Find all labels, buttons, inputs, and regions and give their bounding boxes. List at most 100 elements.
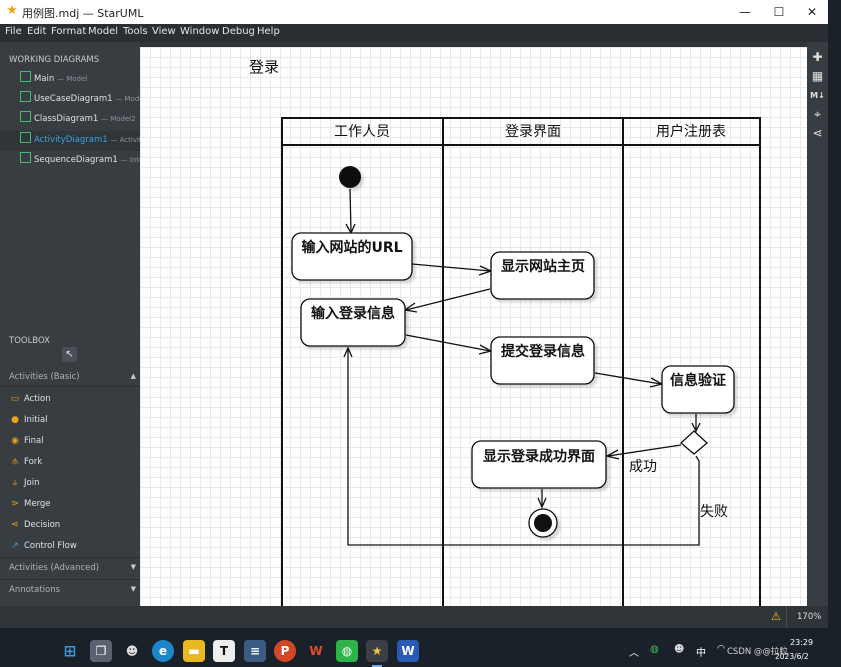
wechat-icon[interactable]: ◍ [336, 640, 358, 662]
powerpoint-icon[interactable]: P [274, 640, 296, 662]
action-label: 显示网站主页 [501, 258, 585, 275]
usecase-diagram-icon [20, 91, 31, 102]
action-input-url[interactable]: 输入网站的URL [291, 232, 413, 281]
tool-label: Fork [24, 457, 43, 467]
file-explorer-icon[interactable]: ▬ [183, 640, 205, 662]
clock-time[interactable]: 23:29 [790, 638, 813, 647]
windows-start-icon[interactable]: ⊞ [59, 640, 81, 662]
share-icon[interactable]: ⋖ [810, 126, 825, 141]
close-button[interactable]: ✕ [795, 0, 828, 24]
diagram-item-name: ClassDiagram1 [34, 114, 99, 124]
qq-penguin-icon[interactable]: ☻ [121, 640, 143, 662]
toolbox-header: TOOLBOX [9, 336, 50, 346]
sequence-diagram-icon [20, 152, 31, 163]
action-verify[interactable]: 信息验证 [661, 365, 735, 414]
diagram-title: 登录 [249, 58, 279, 76]
lane-header-staff[interactable]: 工作人员 [334, 124, 390, 140]
action-show-home[interactable]: 显示网站主页 [490, 251, 595, 300]
flow-edge[interactable] [411, 263, 491, 272]
tray-overflow-icon[interactable]: ︿ [629, 644, 639, 659]
diagram-canvas[interactable]: 登录 工作人员 登录界面 用户注册表 输入网站的URL 显示网站主页 输入登录信… [140, 47, 807, 606]
maximize-button[interactable]: ☐ [762, 0, 796, 24]
toolbox-category-annotations[interactable]: Annotations ▼ [0, 579, 140, 600]
ime-indicator[interactable]: 中 [696, 644, 706, 659]
tool-final[interactable]: ◉ Final [10, 433, 44, 449]
tool-decision[interactable]: ⋖ Decision [10, 517, 60, 533]
toolbox-category-basic[interactable]: Activities (Basic) ▲ [0, 367, 140, 387]
initial-node[interactable] [339, 166, 361, 188]
tray-wechat-icon[interactable]: ◍ [650, 644, 659, 655]
action-show-success[interactable]: 显示登录成功界面 [471, 440, 607, 489]
diagram-item-name: UseCaseDiagram1 [34, 94, 113, 104]
menu-view[interactable]: View [152, 26, 176, 37]
merge-tool-icon: ⋗ [11, 499, 19, 509]
lane-header-login-ui[interactable]: 登录界面 [505, 124, 561, 140]
action-input-login[interactable]: 输入登录信息 [300, 298, 406, 347]
menu-window[interactable]: Window [180, 26, 219, 37]
app-list-icon[interactable]: ≡ [244, 640, 266, 662]
toolbox-category-advanced[interactable]: Activities (Advanced) ▼ [0, 557, 140, 578]
category-label: Activities (Advanced) [9, 563, 100, 573]
clock-date[interactable]: 2023/6/2 [775, 652, 809, 661]
tool-control-flow[interactable]: ↗ Control Flow [10, 538, 77, 554]
diagram-icon [20, 71, 31, 82]
pointer-tool-icon[interactable]: ↖ [62, 347, 77, 362]
menu-edit[interactable]: Edit [27, 26, 46, 37]
menu-debug[interactable]: Debug [222, 26, 255, 37]
flow-edge[interactable] [349, 188, 352, 233]
menu-model[interactable]: Model [88, 26, 118, 37]
tool-merge[interactable]: ⋗ Merge [10, 496, 51, 512]
menu-tools[interactable]: Tools [123, 26, 148, 37]
word-icon[interactable]: W [397, 640, 419, 662]
tool-action[interactable]: ▭ Action [10, 391, 51, 407]
tool-fork[interactable]: ⫛ Fork [10, 454, 42, 470]
navigator-icon[interactable]: ⌖ [810, 107, 825, 122]
edge-browser-icon[interactable]: e [152, 640, 174, 662]
collapse-caret-icon: ▲ [130, 372, 136, 380]
tool-label: Decision [24, 520, 61, 530]
action-label: 信息验证 [670, 372, 726, 389]
tool-label: Control Flow [24, 541, 77, 551]
markdown-icon[interactable]: M↓ [810, 88, 825, 103]
status-divider [786, 606, 787, 628]
guard-success-label[interactable]: 成功 [629, 459, 657, 475]
tool-label: Merge [24, 499, 51, 509]
menu-format[interactable]: Format [51, 26, 86, 37]
os-taskbar: ⊞ ❐ ☻ e ▬ T ≡ P W ◍ ★ W ︿ ◍ ☻ 中 ◠ CSDN @… [0, 634, 841, 667]
properties-panel-icon[interactable]: ▦ [810, 69, 825, 84]
tool-label: Join [24, 478, 40, 488]
diagram-item-sequence[interactable]: SequenceDiagram1 — Interact [20, 152, 157, 168]
menu-help[interactable]: Help [257, 26, 280, 37]
flow-edge-success[interactable] [607, 444, 682, 457]
diagram-item-activity[interactable]: ActivityDiagram1 — Activity1 [20, 132, 150, 148]
lane-header-user-registry[interactable]: 用户注册表 [656, 123, 726, 140]
flow-edge[interactable] [405, 288, 491, 311]
extensions-puzzle-icon[interactable]: ✚ [810, 50, 825, 65]
diagram-item-usecase[interactable]: UseCaseDiagram1 — Model1 [20, 91, 150, 107]
minimize-button[interactable]: — [728, 0, 762, 24]
flow-edge[interactable] [405, 334, 491, 352]
diagram-item-class[interactable]: ClassDiagram1 — Model2 [20, 111, 136, 127]
guard-fail-label[interactable]: 失败 [700, 504, 728, 520]
wps-icon[interactable]: W [305, 640, 327, 662]
diagram-item-name: SequenceDiagram1 [34, 155, 118, 165]
network-icon[interactable]: ◠ [717, 644, 725, 654]
tool-initial[interactable]: ● Initial [10, 412, 48, 428]
diagram-item-main[interactable]: Main — Model [20, 71, 87, 87]
warning-icon[interactable]: ⚠ [771, 610, 781, 623]
task-view-icon[interactable]: ❐ [90, 640, 112, 662]
tool-label: Initial [24, 415, 48, 425]
decision-node[interactable] [680, 430, 708, 455]
final-node[interactable] [528, 508, 558, 538]
category-label: Annotations [9, 585, 61, 595]
menu-bar: File Edit Format Model Tools View Window… [0, 24, 828, 42]
tray-qq-icon[interactable]: ☻ [674, 644, 684, 655]
tool-label: Final [24, 436, 44, 446]
action-submit-login[interactable]: 提交登录信息 [490, 336, 595, 385]
typora-icon[interactable]: T [213, 640, 235, 662]
zoom-level[interactable]: 170% [797, 612, 821, 622]
action-label: 提交登录信息 [501, 343, 585, 360]
menu-file[interactable]: File [5, 26, 22, 37]
staruml-taskbar-icon[interactable]: ★ [366, 640, 388, 662]
tool-join[interactable]: ⫝ Join [10, 475, 39, 491]
